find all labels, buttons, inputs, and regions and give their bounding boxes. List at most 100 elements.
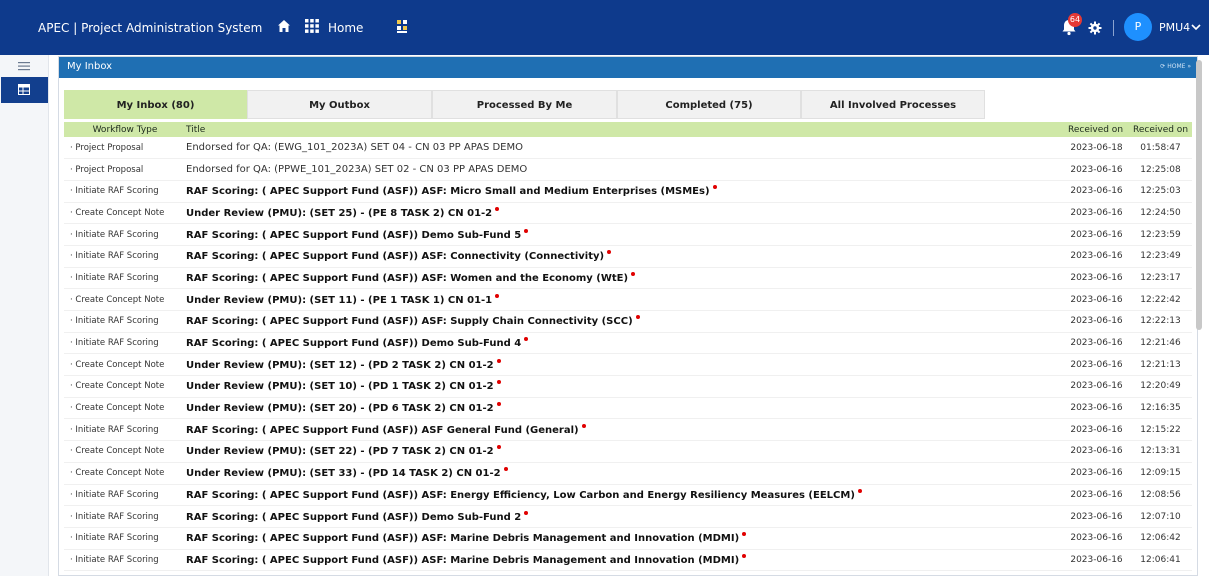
title-text[interactable]: Under Review (PMU): (SET 11) - (PE 1 TAS… [186, 295, 492, 306]
avatar[interactable]: P [1124, 13, 1152, 41]
col-received-date[interactable]: Received on [1064, 122, 1129, 137]
tab-completed[interactable]: Completed (75) [617, 90, 801, 119]
title-text[interactable]: Under Review (PMU): (SET 20) - (PD 6 TAS… [186, 403, 494, 414]
workflow-type-cell: · Initiate RAF Scoring [64, 549, 182, 572]
col-workflow-type[interactable]: Workflow Type [64, 122, 182, 137]
title-cell[interactable]: RAF Scoring: ( APEC Support Fund (ASF)) … [182, 549, 1064, 572]
title-cell[interactable]: Under Review (PMU): (SET 25) - (PE 8 TAS… [182, 202, 1064, 225]
title-cell[interactable]: RAF Scoring: ( APEC Support Fund (ASF)) … [182, 505, 1064, 528]
title-text[interactable]: Under Review (PMU): (SET 22) - (PD 7 TAS… [186, 446, 494, 457]
title-cell[interactable]: Under Review (PMU): (SET 12) - (PD 2 TAS… [182, 353, 1064, 377]
grid-icon[interactable] [305, 19, 319, 33]
table-row[interactable]: · Create Concept Note Under Review (PMU):… [64, 397, 1192, 420]
received-time-cell: 12:24:50 [1129, 202, 1192, 225]
received-date-cell: 2023-06-16 [1064, 527, 1129, 550]
title-cell[interactable]: RAF Scoring: ( APEC Support Fund (ASF)) … [182, 332, 1064, 355]
title-text[interactable]: RAF Scoring: ( APEC Support Fund (ASF)) … [186, 338, 521, 349]
tab-my-outbox[interactable]: My Outbox [247, 90, 432, 119]
home-icon[interactable] [277, 19, 291, 33]
title-text[interactable]: RAF Scoring: ( APEC Support Fund (ASF)) … [186, 230, 521, 241]
title-text[interactable]: RAF Scoring: ( APEC Support Fund (ASF)) … [186, 490, 855, 501]
title-cell[interactable]: Endorsed for QA: (EWG_101_2023A) SET 04 … [182, 137, 1064, 160]
title-cell[interactable]: RAF Scoring: ( APEC Support Fund (ASF)) … [182, 180, 1064, 203]
topbar-divider [1113, 20, 1114, 36]
workflow-type-cell: · Initiate RAF Scoring [64, 505, 182, 528]
workflow-type-cell: · Create Concept Note [64, 462, 182, 485]
title-cell[interactable]: RAF Scoring: ( APEC Support Fund (ASF)) … [182, 418, 1064, 442]
title-cell[interactable]: Endorsed for QA: (PPWE_101_2023A) SET 02… [182, 158, 1064, 181]
inbox-table-wrap: Workflow Type Title Received on Received… [64, 122, 1192, 572]
table-row[interactable]: · Initiate RAF Scoring RAF Scoring: ( APE… [64, 484, 1192, 507]
col-received-time[interactable]: Received on [1129, 122, 1192, 137]
title-text[interactable]: RAF Scoring: ( APEC Support Fund (ASF)) … [186, 273, 628, 284]
table-row[interactable]: · Create Concept Note Under Review (PMU):… [64, 288, 1192, 311]
title-text[interactable]: RAF Scoring: ( APEC Support Fund (ASF)) … [186, 186, 710, 197]
received-date-cell: 2023-06-16 [1064, 462, 1129, 485]
panel-home-link[interactable]: ⟳ HOME » [1160, 63, 1191, 70]
title-text[interactable]: RAF Scoring: ( APEC Support Fund (ASF)) … [186, 316, 633, 327]
table-row[interactable]: · Create Concept Note Under Review (PMU):… [64, 353, 1192, 377]
unread-dot-icon [712, 185, 717, 190]
col-title[interactable]: Title [182, 122, 1064, 137]
received-date-cell: 2023-06-16 [1064, 288, 1129, 311]
title-cell[interactable]: RAF Scoring: ( APEC Support Fund (ASF)) … [182, 527, 1064, 550]
title-text[interactable]: Endorsed for QA: (EWG_101_2023A) SET 04 … [186, 142, 523, 153]
title-text[interactable]: RAF Scoring: ( APEC Support Fund (ASF)) … [186, 251, 604, 262]
table-row[interactable]: · Create Concept Note Under Review (PMU):… [64, 440, 1192, 463]
table-row[interactable]: · Initiate RAF Scoring RAF Scoring: ( APE… [64, 223, 1192, 246]
table-row[interactable]: · Project Proposal Endorsed for QA: (PPWE… [64, 158, 1192, 181]
user-name[interactable]: PMU4 [1159, 21, 1190, 34]
title-cell[interactable]: RAF Scoring: ( APEC Support Fund (ASF)) … [182, 245, 1064, 268]
table-row[interactable]: · Project Proposal Endorsed for QA: (EWG_… [64, 137, 1192, 160]
table-row[interactable]: · Initiate RAF Scoring RAF Scoring: ( APE… [64, 418, 1192, 442]
table-icon[interactable] [18, 84, 30, 95]
table-row[interactable]: · Initiate RAF Scoring RAF Scoring: ( APE… [64, 505, 1192, 528]
title-text[interactable]: Endorsed for QA: (PPWE_101_2023A) SET 02… [186, 164, 527, 175]
table-row[interactable]: · Initiate RAF Scoring RAF Scoring: ( APE… [64, 332, 1192, 355]
app-title[interactable]: APEC | Project Administration System [38, 21, 262, 35]
title-cell[interactable]: Under Review (PMU): (SET 20) - (PD 6 TAS… [182, 397, 1064, 420]
title-text[interactable]: Under Review (PMU): (SET 12) - (PD 2 TAS… [186, 360, 494, 371]
table-row[interactable]: · Initiate RAF Scoring RAF Scoring: ( APE… [64, 549, 1192, 572]
received-date-cell: 2023-06-16 [1064, 245, 1129, 268]
title-cell[interactable]: RAF Scoring: ( APEC Support Fund (ASF)) … [182, 484, 1064, 507]
menu-toggle-icon[interactable] [18, 61, 30, 71]
unread-dot-icon [581, 423, 586, 428]
received-time-cell: 12:09:15 [1129, 462, 1192, 485]
title-text[interactable]: RAF Scoring: ( APEC Support Fund (ASF)) … [186, 425, 579, 436]
title-text[interactable]: Under Review (PMU): (SET 25) - (PE 8 TAS… [186, 208, 492, 219]
workflow-type-cell: · Initiate RAF Scoring [64, 484, 182, 507]
panel-header: My Inbox ⟳ HOME » [59, 57, 1197, 78]
title-text[interactable]: Under Review (PMU): (SET 10) - (PD 1 TAS… [186, 381, 494, 392]
title-cell[interactable]: Under Review (PMU): (SET 10) - (PD 1 TAS… [182, 375, 1064, 398]
title-cell[interactable]: Under Review (PMU): (SET 11) - (PE 1 TAS… [182, 288, 1064, 311]
table-row[interactable]: · Initiate RAF Scoring RAF Scoring: ( APE… [64, 245, 1192, 268]
title-cell[interactable]: Under Review (PMU): (SET 22) - (PD 7 TAS… [182, 440, 1064, 463]
title-text[interactable]: RAF Scoring: ( APEC Support Fund (ASF)) … [186, 533, 739, 544]
title-cell[interactable]: RAF Scoring: ( APEC Support Fund (ASF)) … [182, 267, 1064, 290]
table-row[interactable]: · Initiate RAF Scoring RAF Scoring: ( APE… [64, 527, 1192, 550]
unread-dot-icon [857, 488, 862, 493]
tab-all-involved[interactable]: All Involved Processes [801, 90, 985, 119]
title-text[interactable]: RAF Scoring: ( APEC Support Fund (ASF)) … [186, 555, 739, 566]
title-text[interactable]: Under Review (PMU): (SET 33) - (PD 14 TA… [186, 468, 501, 479]
chevron-down-icon[interactable] [1191, 23, 1201, 31]
table-row[interactable]: · Initiate RAF Scoring RAF Scoring: ( APE… [64, 180, 1192, 203]
table-row[interactable]: · Create Concept Note Under Review (PMU):… [64, 462, 1192, 485]
title-text[interactable]: RAF Scoring: ( APEC Support Fund (ASF)) … [186, 512, 521, 523]
apps-icon[interactable] [397, 20, 408, 33]
table-row[interactable]: · Initiate RAF Scoring RAF Scoring: ( APE… [64, 310, 1192, 333]
table-row[interactable]: · Initiate RAF Scoring RAF Scoring: ( APE… [64, 267, 1192, 290]
title-cell[interactable]: RAF Scoring: ( APEC Support Fund (ASF)) … [182, 310, 1064, 333]
scrollbar[interactable] [1196, 60, 1202, 330]
tab-processed-by-me[interactable]: Processed By Me [432, 90, 617, 119]
unread-dot-icon [631, 271, 636, 276]
title-cell[interactable]: Under Review (PMU): (SET 33) - (PD 14 TA… [182, 462, 1064, 485]
tab-my-inbox[interactable]: My Inbox (80) [64, 90, 247, 119]
table-row[interactable]: · Create Concept Note Under Review (PMU):… [64, 375, 1192, 398]
table-row[interactable]: · Create Concept Note Under Review (PMU):… [64, 202, 1192, 225]
gear-icon[interactable] [1088, 21, 1102, 35]
home-menu-label[interactable]: Home [328, 21, 363, 35]
title-cell[interactable]: RAF Scoring: ( APEC Support Fund (ASF)) … [182, 223, 1064, 246]
panel-home-label[interactable]: HOME [1167, 63, 1185, 70]
